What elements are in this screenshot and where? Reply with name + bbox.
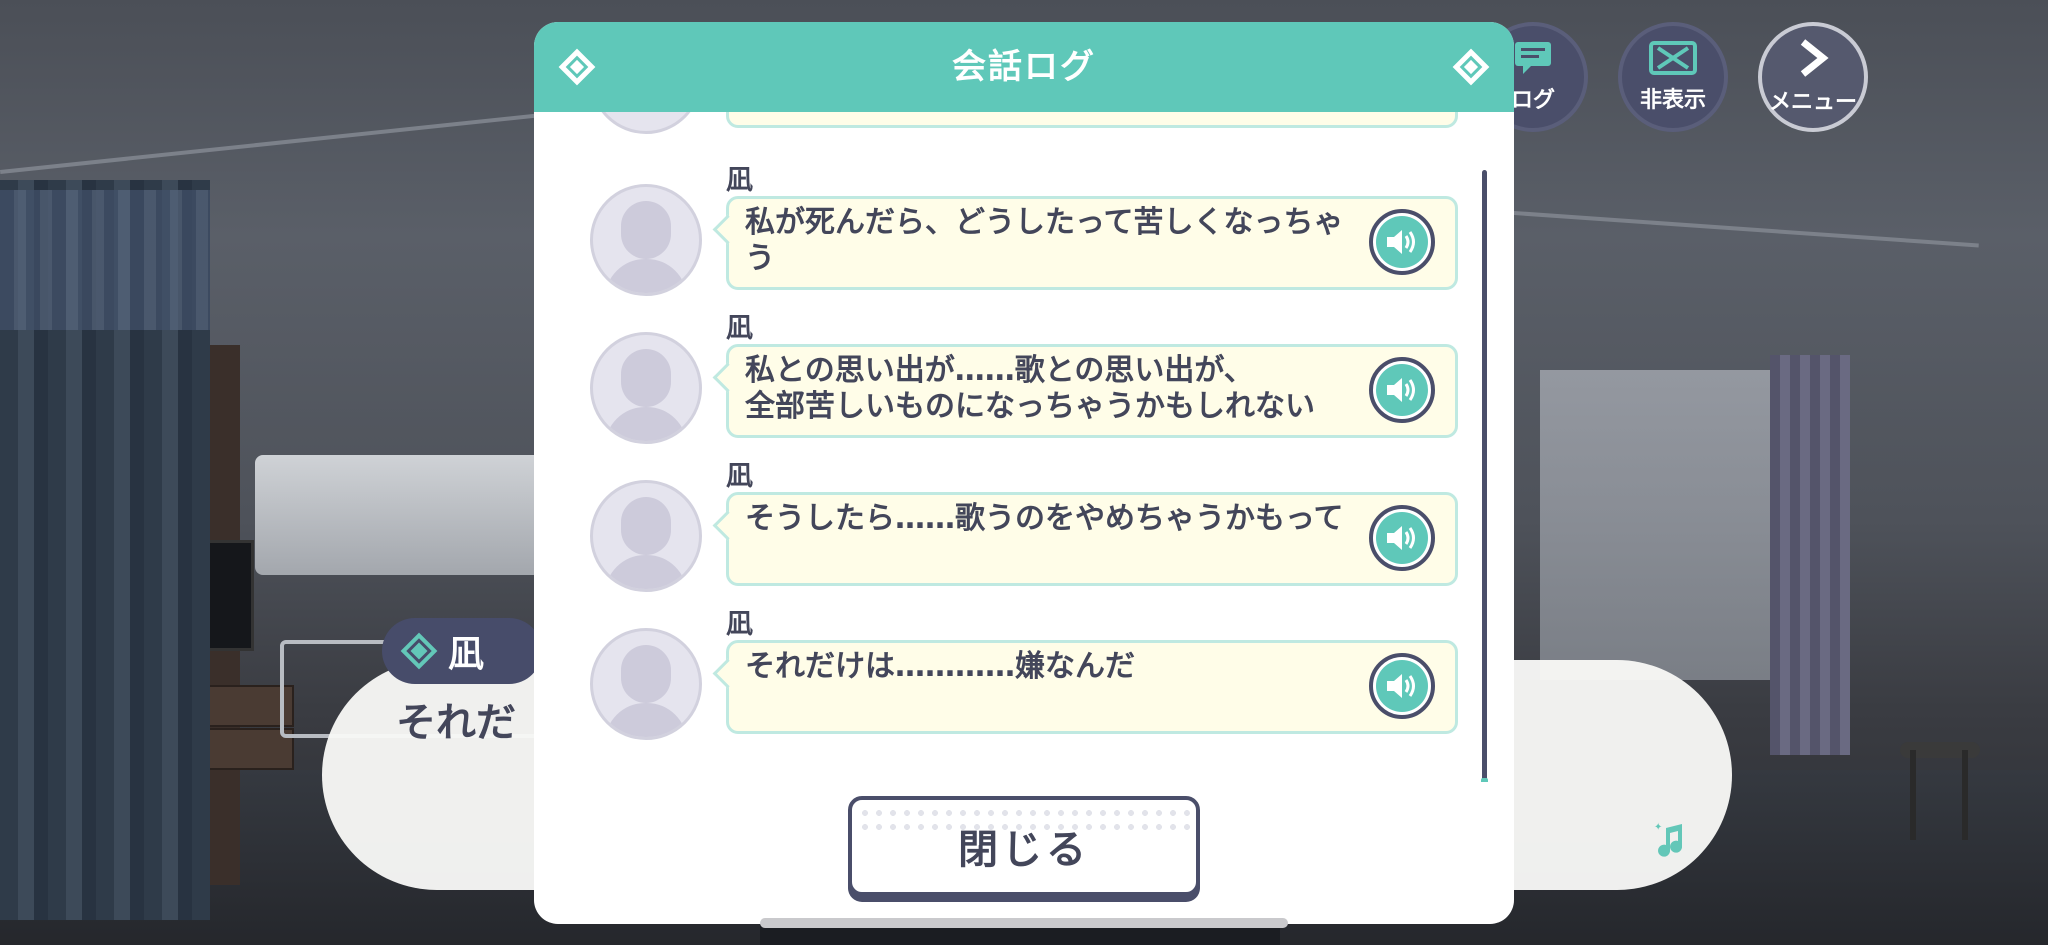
avatar (590, 480, 702, 592)
hide-button[interactable]: 非表示 (1618, 22, 1728, 132)
message-bubble: 私が死んだら、どうしたって苦しくなっちゃ う (726, 196, 1458, 290)
x-box-icon (1648, 40, 1698, 80)
conversation-log-modal: 会話ログ 凪 私が死んだら、どうしたって苦しくなっちゃ う 凪 私との思い出が…… (534, 22, 1514, 924)
message-text: それだけは…………嫌なんだ (745, 649, 1135, 684)
menu-button[interactable]: メニュー (1758, 22, 1868, 132)
scrollbar-thumb[interactable] (1481, 778, 1488, 782)
speaker-volume-icon (1376, 364, 1428, 416)
log-list[interactable]: 凪 私が死んだら、どうしたって苦しくなっちゃ う 凪 私との思い出が……歌との思… (534, 112, 1514, 782)
voice-play-button[interactable] (1369, 653, 1435, 719)
log-entry: 凪 そうしたら……歌うのをやめちゃうかもって (534, 454, 1514, 602)
log-entry: 凪 私との思い出が……歌との思い出が、 全部苦しいものになっちゃうかもしれない (534, 306, 1514, 454)
voice-play-button[interactable] (1369, 357, 1435, 423)
menu-button-label: メニュー (1768, 90, 1857, 115)
stool-leg (1910, 750, 1916, 840)
speaker-volume-icon (1376, 512, 1428, 564)
stool-leg (1962, 750, 1968, 840)
message-bubble: そうしたら……歌うのをやめちゃうかもって (726, 492, 1458, 586)
message-bubble: それだけは…………嫌なんだ (726, 640, 1458, 734)
speaker-name: 凪 (726, 461, 753, 492)
chevron-right-icon (1795, 38, 1831, 82)
avatar (590, 628, 702, 740)
window (1540, 370, 1770, 680)
message-text: そうしたら……歌うのをやめちゃうかもって (745, 501, 1344, 536)
curtain-left-mesh (0, 190, 210, 330)
voice-play-button[interactable] (1369, 505, 1435, 571)
modal-header: 会話ログ (534, 22, 1514, 112)
avatar (590, 112, 702, 134)
message-text: 私との思い出が……歌との思い出が、 全部苦しいものになっちゃうかもしれない (745, 353, 1315, 424)
speaker-volume-icon (1376, 660, 1428, 712)
speaker-name: 凪 (726, 609, 753, 640)
speaker-name: 凪 (726, 165, 753, 196)
scrollbar-track[interactable] (1482, 170, 1487, 782)
close-button-label: 閉じる (958, 827, 1090, 873)
log-entry: 凪 私が死んだら、どうしたって苦しくなっちゃ う (534, 158, 1514, 306)
modal-title: 会話ログ (952, 47, 1096, 87)
speaker-volume-icon (1376, 216, 1428, 268)
curtain-right (1770, 355, 1850, 755)
speaker-name: 凪 (726, 313, 753, 344)
bed-headboard (255, 455, 555, 575)
svg-text:✦: ✦ (1654, 822, 1662, 833)
home-indicator[interactable] (760, 918, 1288, 928)
voice-play-button[interactable] (1369, 209, 1435, 275)
message-bubble (726, 112, 1458, 128)
avatar (590, 332, 702, 444)
log-button-label: ログ (1510, 88, 1555, 113)
message-text: 私が死んだら、どうしたって苦しくなっちゃ う (745, 205, 1344, 276)
dialogue-speaker: 凪 (448, 634, 485, 675)
close-button[interactable]: 閉じる (848, 796, 1200, 896)
dialogue-name-tag: 凪 (382, 618, 542, 684)
chat-bubble-icon (1511, 40, 1555, 80)
hide-button-label: 非表示 (1639, 88, 1706, 113)
diamond-icon (400, 632, 438, 670)
message-bubble: 私との思い出が……歌との思い出が、 全部苦しいものになっちゃうかもしれない (726, 344, 1458, 438)
dialogue-text: それだ (396, 700, 516, 746)
music-note-icon: ✦ (1652, 820, 1692, 860)
avatar (590, 184, 702, 296)
log-entry: 凪 それだけは…………嫌なんだ (534, 602, 1514, 750)
